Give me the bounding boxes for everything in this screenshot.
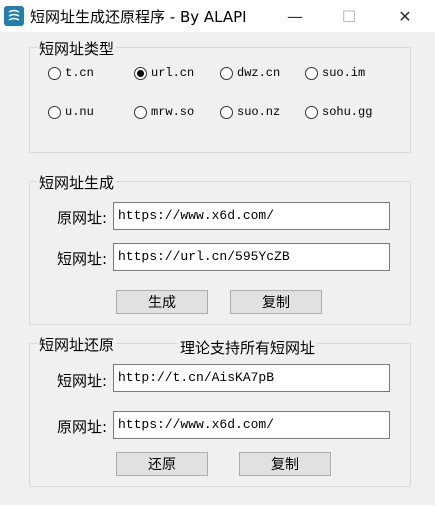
radio-label: t.cn <box>65 66 94 80</box>
restore-support-note: 理论支持所有短网址 <box>178 337 318 358</box>
radio-indicator <box>134 105 147 119</box>
title-bar: 短网址生成还原程序 - By ALAPI — ☐ ✕ <box>0 0 435 32</box>
radio-suo-im[interactable]: suo.im <box>305 66 365 80</box>
original-url-output[interactable]: https://www.x6d.com/ <box>113 411 390 439</box>
radio-indicator <box>305 66 318 80</box>
minimize-button[interactable]: — <box>272 0 318 32</box>
short-url-label: 短网址: <box>57 372 108 390</box>
original-url-label: 原网址: <box>57 209 108 227</box>
generate-group-legend: 短网址生成 <box>37 172 117 193</box>
short-url-output[interactable]: https://url.cn/595YcZB <box>113 243 390 271</box>
window-title: 短网址生成还原程序 - By ALAPI <box>30 8 247 26</box>
maximize-button[interactable]: ☐ <box>326 0 372 32</box>
restore-button[interactable]: 还原 <box>116 452 208 476</box>
radio-label: mrw.so <box>151 105 195 119</box>
radio-sohu-gg[interactable]: sohu.gg <box>305 105 372 119</box>
original-url-input[interactable]: https://www.x6d.com/ <box>113 202 390 230</box>
original-url-label: 原网址: <box>57 418 108 436</box>
radio-label: dwz.cn <box>237 66 281 80</box>
app-icon <box>4 6 24 26</box>
radio-label: u.nu <box>65 105 94 119</box>
radio-indicator <box>305 105 318 119</box>
short-url-input[interactable]: http://t.cn/AisKA7pB <box>113 364 390 392</box>
radio-dwz-cn[interactable]: dwz.cn <box>220 66 280 80</box>
radio-u-nu[interactable]: u.nu <box>48 105 94 119</box>
short-url-label: 短网址: <box>57 250 108 268</box>
generate-button[interactable]: 生成 <box>116 290 208 314</box>
radio-url-cn[interactable]: url.cn <box>134 66 194 80</box>
radio-indicator <box>220 105 233 119</box>
copy-original-url-button[interactable]: 复制 <box>239 452 331 476</box>
radio-label: url.cn <box>151 66 195 80</box>
radio-mrw-so[interactable]: mrw.so <box>134 105 194 119</box>
type-group-legend: 短网址类型 <box>37 38 117 59</box>
radio-label: suo.im <box>322 66 366 80</box>
restore-group-legend: 短网址还原 <box>37 334 117 355</box>
radio-label: sohu.gg <box>322 105 373 119</box>
copy-short-url-button[interactable]: 复制 <box>230 290 322 314</box>
radio-indicator <box>220 66 233 80</box>
close-button[interactable]: ✕ <box>382 0 428 32</box>
radio-suo-nz[interactable]: suo.nz <box>220 105 280 119</box>
radio-t-cn[interactable]: t.cn <box>48 66 94 80</box>
radio-label: suo.nz <box>237 105 281 119</box>
radio-indicator-selected <box>134 66 147 80</box>
radio-indicator <box>48 66 61 80</box>
radio-indicator <box>48 105 61 119</box>
type-group <box>29 47 411 153</box>
